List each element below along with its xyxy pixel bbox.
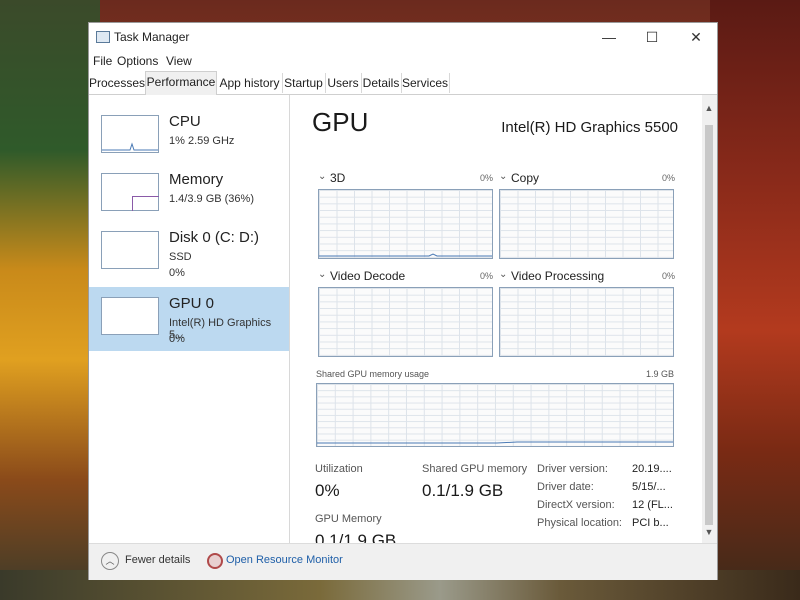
menu-file[interactable]: File bbox=[93, 54, 112, 68]
vertical-scrollbar[interactable]: ▲ ▼ bbox=[702, 95, 716, 543]
chevron-down-icon[interactable]: ⌄ bbox=[499, 171, 507, 182]
engine-video-decode-percent: 0% bbox=[480, 271, 494, 281]
tab-processes[interactable]: Processes bbox=[89, 73, 146, 93]
shared-memory-max-label: 1.9 GB bbox=[646, 369, 675, 379]
title-bar: Task Manager — ☐ ✕ bbox=[89, 23, 717, 51]
sidebar-item-memory-detail: 1.4/3.9 GB (36%) bbox=[169, 193, 254, 205]
physical-location-label: Physical location: bbox=[537, 517, 622, 529]
disk-thumbnail-graph bbox=[101, 231, 159, 269]
driver-version-value: 20.19.... bbox=[632, 463, 672, 475]
tab-details[interactable]: Details bbox=[361, 73, 402, 93]
shared-gpu-memory-label: Shared GPU memory bbox=[422, 463, 528, 475]
sidebar-item-disk[interactable]: Disk 0 (C: D:) SSD 0% bbox=[89, 221, 289, 285]
directx-version-value: 12 (FL... bbox=[632, 499, 673, 511]
sidebar-item-gpu-title: GPU 0 bbox=[169, 295, 215, 312]
resource-sidebar: CPU 1% 2.59 GHz Memory 1.4/3.9 GB (36%) … bbox=[89, 95, 289, 543]
chevron-down-icon[interactable]: ⌄ bbox=[318, 269, 326, 280]
tab-users[interactable]: Users bbox=[325, 73, 362, 93]
tab-startup[interactable]: Startup bbox=[282, 73, 326, 93]
menu-options[interactable]: Options bbox=[117, 54, 158, 68]
engine-video-decode-label[interactable]: Video Decode bbox=[330, 269, 405, 283]
task-manager-window: Task Manager — ☐ ✕ File Options View Pro… bbox=[88, 22, 718, 580]
scrollbar-thumb[interactable] bbox=[705, 125, 713, 525]
gpu-memory-label: GPU Memory bbox=[315, 513, 382, 525]
open-resource-monitor-link[interactable]: Open Resource Monitor bbox=[226, 554, 343, 566]
sidebar-item-memory[interactable]: Memory 1.4/3.9 GB (36%) bbox=[89, 163, 289, 227]
shared-memory-usage-label: Shared GPU memory usage bbox=[316, 369, 430, 379]
sidebar-item-disk-usage: 0% bbox=[169, 267, 185, 279]
wallpaper-left bbox=[0, 0, 100, 600]
engine-3d-percent: 0% bbox=[480, 173, 494, 183]
sidebar-item-cpu-title: CPU bbox=[169, 113, 201, 130]
engine-copy-label[interactable]: Copy bbox=[511, 171, 539, 185]
sidebar-item-memory-title: Memory bbox=[169, 171, 224, 188]
menu-view[interactable]: View bbox=[166, 54, 192, 68]
sidebar-item-gpu-model: Intel(R) HD Graphics 5... bbox=[169, 317, 272, 341]
gpu-detail-pane: GPU Intel(R) HD Graphics 5500 ⌄ 3D 0% ⌄ … bbox=[290, 95, 702, 550]
engine-3d-label[interactable]: 3D bbox=[330, 171, 345, 185]
cpu-thumbnail-graph bbox=[101, 115, 159, 153]
scroll-up-arrow-icon[interactable]: ▲ bbox=[702, 101, 716, 115]
utilization-value: 0% bbox=[315, 481, 340, 500]
wallpaper-right bbox=[710, 0, 800, 600]
chevron-down-icon[interactable]: ⌄ bbox=[318, 171, 326, 182]
engine-3d-graph bbox=[318, 189, 493, 259]
resource-monitor-icon bbox=[207, 553, 223, 569]
memory-thumbnail-graph bbox=[101, 173, 159, 211]
engine-video-processing-graph bbox=[499, 287, 674, 357]
engine-copy-percent: 0% bbox=[662, 173, 676, 183]
directx-version-label: DirectX version: bbox=[537, 499, 615, 511]
footer-bar: ︿ Fewer details Open Resource Monitor bbox=[89, 543, 717, 580]
tab-performance[interactable]: Performance bbox=[145, 71, 217, 96]
driver-date-label: Driver date: bbox=[537, 481, 594, 493]
sidebar-item-disk-title: Disk 0 (C: D:) bbox=[169, 229, 259, 246]
gpu-model-name: Intel(R) HD Graphics 5500 bbox=[501, 119, 678, 136]
tab-services[interactable]: Services bbox=[401, 73, 450, 93]
engine-copy-graph bbox=[499, 189, 674, 259]
fewer-details-button[interactable]: Fewer details bbox=[125, 554, 190, 566]
sidebar-item-gpu[interactable]: GPU 0 Intel(R) HD Graphics 5... 0% bbox=[89, 287, 289, 351]
task-manager-icon bbox=[96, 31, 110, 43]
maximize-button[interactable]: ☐ bbox=[637, 27, 667, 47]
shared-gpu-memory-value: 0.1/1.9 GB bbox=[422, 481, 504, 500]
engine-video-decode-graph bbox=[318, 287, 493, 357]
window-title: Task Manager bbox=[114, 30, 190, 44]
chevron-down-icon[interactable]: ⌄ bbox=[499, 269, 507, 280]
shared-memory-usage-graph bbox=[316, 383, 674, 447]
scroll-down-arrow-icon[interactable]: ▼ bbox=[702, 525, 716, 539]
sidebar-item-cpu-detail: 1% 2.59 GHz bbox=[169, 135, 235, 147]
engine-video-processing-label[interactable]: Video Processing bbox=[511, 269, 604, 283]
page-title: GPU bbox=[312, 107, 369, 137]
sidebar-item-gpu-usage: 0% bbox=[169, 333, 185, 345]
gpu-thumbnail-graph bbox=[101, 297, 159, 335]
sidebar-item-cpu[interactable]: CPU 1% 2.59 GHz bbox=[89, 105, 289, 169]
physical-location-value: PCI b... bbox=[632, 517, 669, 529]
engine-video-processing-percent: 0% bbox=[662, 271, 676, 281]
driver-version-label: Driver version: bbox=[537, 463, 608, 475]
utilization-label: Utilization bbox=[315, 463, 363, 475]
sidebar-item-disk-type: SSD bbox=[169, 251, 192, 263]
chevron-up-circle-icon[interactable]: ︿ bbox=[101, 552, 119, 570]
close-button[interactable]: ✕ bbox=[681, 27, 711, 47]
menu-bar: File Options View bbox=[89, 51, 717, 71]
driver-date-value: 5/15/... bbox=[632, 481, 666, 493]
tab-bar: Processes Performance App history Startu… bbox=[89, 71, 717, 96]
tab-app-history[interactable]: App history bbox=[217, 73, 283, 93]
minimize-button[interactable]: — bbox=[594, 27, 624, 47]
